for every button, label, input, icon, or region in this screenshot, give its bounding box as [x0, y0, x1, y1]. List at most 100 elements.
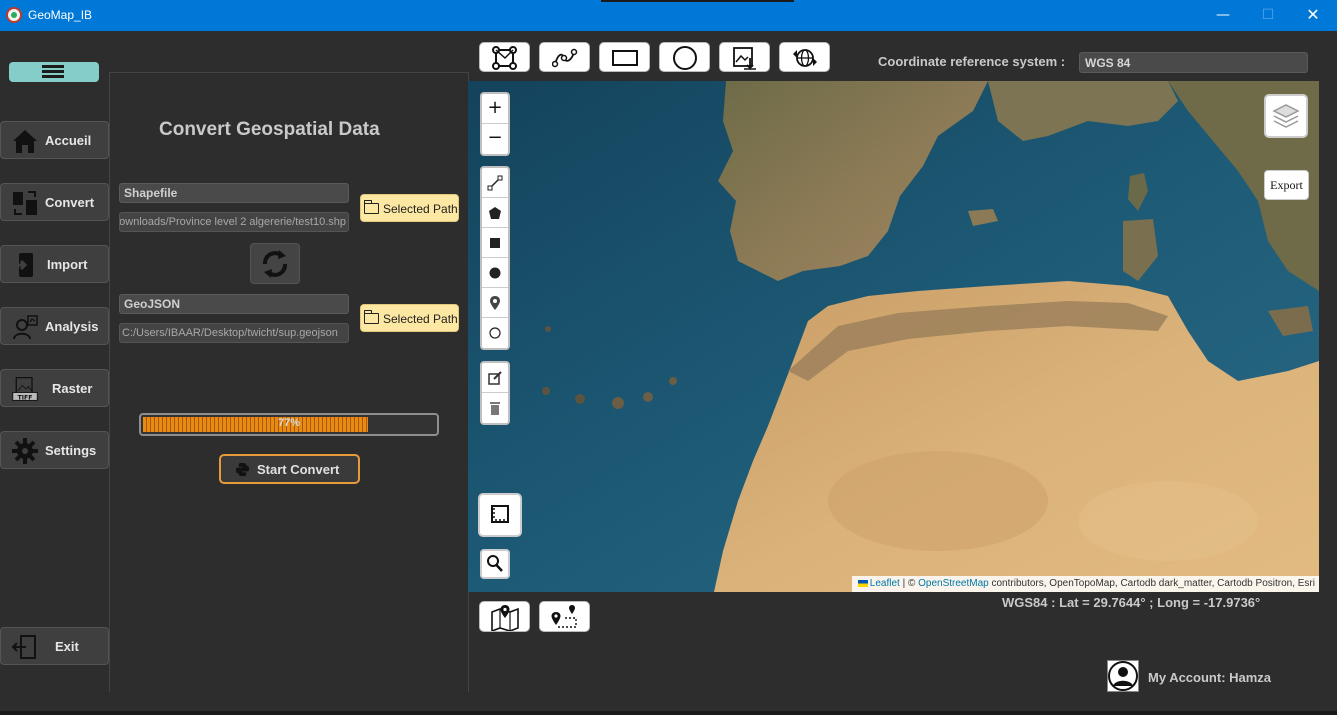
output-format-select[interactable]: GeoJSON	[119, 294, 349, 314]
attribution-separator: | ©	[899, 578, 919, 589]
circle-icon	[489, 267, 501, 279]
map-attribution: Leaflet | © OpenStreetMap contributors, …	[851, 576, 1319, 592]
map-pin-icon	[491, 605, 519, 631]
sidebar-item-label: Convert	[45, 195, 95, 210]
avatar[interactable]	[1107, 660, 1139, 692]
search-icon	[487, 555, 503, 572]
conversion-progress-bar: 77%	[139, 413, 439, 436]
exit-icon	[11, 635, 36, 659]
polygon-icon	[489, 207, 501, 219]
draw-rectangle-button[interactable]	[599, 42, 650, 72]
draw-toolbar	[480, 166, 510, 350]
zoom-control: + −	[480, 92, 510, 156]
measure-button[interactable]	[478, 493, 522, 537]
refresh-icon	[262, 250, 288, 278]
title-bar: GeoMap_IB — ☐ ✕	[0, 0, 1337, 31]
polygon-tool-icon	[492, 46, 517, 70]
polyline-icon	[487, 175, 503, 191]
layer-switcher-button[interactable]	[1264, 94, 1308, 138]
polyline-tool-icon	[552, 48, 578, 68]
swap-formats-button[interactable]	[250, 243, 300, 284]
menu-toggle-button[interactable]	[9, 62, 99, 82]
map-locate-button[interactable]	[479, 601, 530, 632]
analysis-icon	[13, 315, 38, 340]
exit-button[interactable]: Exit	[0, 627, 109, 665]
crs-label: Coordinate reference system :	[878, 54, 1066, 69]
draw-circle-marker-button[interactable]	[482, 318, 508, 348]
map-view[interactable]: + − Export Leaflet | © OpenStreetMap con…	[468, 81, 1319, 592]
sidebar-item-label: Settings	[45, 443, 97, 458]
import-icon	[13, 253, 33, 277]
zoom-in-button[interactable]: +	[482, 94, 508, 124]
trash-icon	[490, 402, 500, 415]
sidebar-item-settings[interactable]: Settings	[0, 431, 109, 469]
page-title: Convert Geospatial Data	[159, 119, 380, 140]
home-icon	[13, 130, 37, 153]
start-convert-label: Start Convert	[257, 462, 340, 477]
sidebar-item-label: Accueil	[45, 133, 92, 148]
select-input-path-button[interactable]: Selected Path	[360, 194, 459, 222]
leaflet-link[interactable]: Leaflet	[870, 578, 900, 589]
cursor-coordinates: WGS84 : Lat = 29.7644° ; Long = -17.9736…	[1002, 595, 1261, 610]
app-logo-icon	[6, 7, 22, 23]
delete-layers-button[interactable]	[482, 393, 508, 423]
sidebar-item-label: Import	[47, 257, 88, 272]
list-menu-icon	[42, 65, 64, 79]
draw-polygon-button[interactable]	[482, 198, 508, 228]
draw-rectangle-button[interactable]	[482, 228, 508, 258]
draw-circle-button[interactable]	[482, 258, 508, 288]
svg-text:TIFF: TIFF	[18, 395, 33, 402]
select-output-path-button[interactable]: Selected Path	[360, 304, 459, 332]
convert-panel	[109, 72, 468, 692]
maximize-button[interactable]: ☐	[1257, 4, 1279, 26]
tiff-icon: TIFF	[12, 376, 38, 402]
attribution-text: contributors, OpenTopoMap, Cartodb dark_…	[988, 578, 1315, 589]
download-image-button[interactable]	[719, 42, 770, 72]
satellite-map-tiles	[468, 81, 1319, 592]
crs-select[interactable]: WGS 84	[1079, 52, 1308, 73]
output-path-field[interactable]: C:/Users/IBAAR/Desktop/twicht/sup.geojso…	[119, 323, 349, 343]
edit-toolbar	[480, 361, 510, 425]
draw-circle-button[interactable]	[659, 42, 710, 72]
draw-polyline-button[interactable]	[539, 42, 590, 72]
input-format-select[interactable]: Shapefile	[119, 183, 349, 203]
osm-link[interactable]: OpenStreetMap	[918, 578, 989, 589]
draw-polygon-button[interactable]	[479, 42, 530, 72]
title-bar-strip	[601, 0, 794, 2]
taskbar-strip	[0, 711, 1337, 715]
sidebar-item-import[interactable]: Import	[0, 245, 109, 283]
sidebar-item-label: Raster	[52, 381, 93, 396]
rectangle-tool-icon	[612, 50, 638, 66]
app-window: GeoMap_IB — ☐ ✕ Accueil Convert Import A…	[0, 0, 1337, 715]
sidebar-item-analysis[interactable]: Analysis	[0, 307, 109, 345]
window-title: GeoMap_IB	[28, 8, 93, 22]
close-button[interactable]: ✕	[1302, 4, 1324, 26]
layers-icon	[1272, 104, 1300, 128]
python-icon	[235, 462, 250, 477]
export-button[interactable]: Export	[1264, 170, 1309, 200]
sidebar-item-label: Analysis	[45, 319, 99, 334]
edit-layers-button[interactable]	[482, 363, 508, 393]
sidebar-item-accueil[interactable]: Accueil	[0, 121, 109, 159]
account-label[interactable]: My Account: Hamza	[1148, 670, 1271, 685]
gear-icon	[12, 438, 38, 464]
route-button[interactable]	[539, 601, 590, 632]
map-search-button[interactable]	[480, 549, 510, 579]
ukraine-flag-icon	[857, 580, 868, 587]
reproject-button[interactable]	[779, 42, 830, 72]
minimize-button[interactable]: —	[1212, 4, 1234, 26]
draw-marker-button[interactable]	[482, 288, 508, 318]
input-path-field[interactable]: Downloads/Province level 2 algererie/tes…	[119, 212, 349, 232]
zoom-out-button[interactable]: −	[482, 124, 508, 154]
sidebar-item-convert[interactable]: Convert	[0, 183, 109, 221]
sidebar-item-raster[interactable]: TIFF Raster	[0, 369, 109, 407]
input-path-value: Downloads/Province level 2 algererie/tes…	[119, 216, 346, 228]
select-path-label: Selected Path	[383, 202, 458, 216]
folder-icon	[364, 310, 379, 324]
start-convert-button[interactable]: Start Convert	[219, 454, 360, 484]
edit-icon	[488, 371, 502, 385]
convert-icon	[13, 191, 37, 215]
marker-icon	[490, 296, 500, 310]
user-icon	[1108, 661, 1138, 691]
draw-polyline-button[interactable]	[482, 168, 508, 198]
